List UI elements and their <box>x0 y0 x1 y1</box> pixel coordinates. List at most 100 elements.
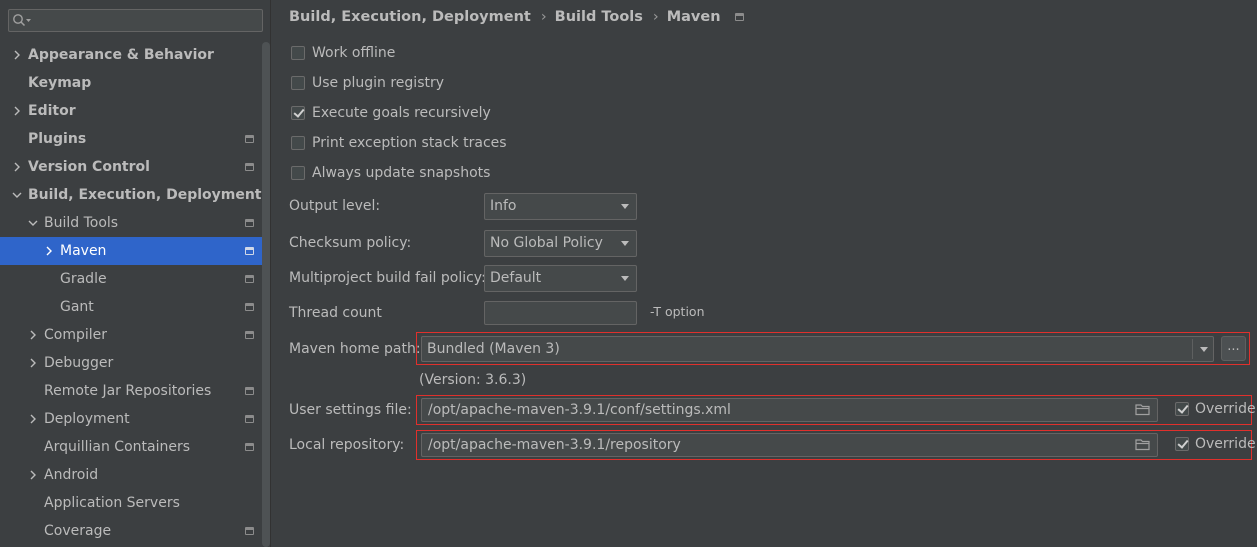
chevron-right-icon[interactable] <box>28 414 38 424</box>
sidebar-item-build-execution-deployment[interactable]: Build, Execution, Deployment <box>0 181 262 209</box>
checksum-policy-label: Checksum policy: <box>289 235 412 251</box>
sidebar-item-compiler[interactable]: Compiler <box>0 321 262 349</box>
chevron-down-icon[interactable] <box>28 218 38 228</box>
print-exception-stack-traces-checkbox[interactable] <box>291 136 305 150</box>
sidebar-item-application-servers[interactable]: Application Servers <box>0 489 262 517</box>
dropdown-arrow-icon <box>621 276 629 281</box>
multiproject-fail-policy-select[interactable]: Default <box>484 265 637 292</box>
sidebar-item-gradle[interactable]: Gradle <box>0 265 262 293</box>
thread-count-input[interactable] <box>484 301 637 325</box>
sidebar-item-appearance-behavior[interactable]: Appearance & Behavior <box>0 41 262 69</box>
sidebar-item-label: Application Servers <box>44 495 180 511</box>
print-exception-stack-traces-label[interactable]: Print exception stack traces <box>312 132 507 154</box>
breadcrumb-item[interactable]: Build, Execution, Deployment <box>289 7 531 27</box>
sidebar-item-remote-jar-repositories[interactable]: Remote Jar Repositories <box>0 377 262 405</box>
chevron-right-icon[interactable] <box>44 246 54 256</box>
maven-version-text: (Version: 3.6.3) <box>419 372 527 388</box>
sidebar-item-arquillian-containers[interactable]: Arquillian Containers <box>0 433 262 461</box>
local-repository-override-label[interactable]: Override <box>1195 433 1256 455</box>
chevron-right-icon[interactable] <box>28 470 38 480</box>
tree-scrollbar[interactable] <box>262 42 270 547</box>
user-settings-override-checkbox[interactable] <box>1175 402 1189 416</box>
checksum-policy-select[interactable]: No Global Policy <box>484 230 637 257</box>
execute-goals-recursively-checkbox[interactable] <box>291 106 305 120</box>
sidebar-item-label: Arquillian Containers <box>44 439 191 455</box>
sidebar-item-build-tools[interactable]: Build Tools <box>0 209 262 237</box>
project-level-icon <box>245 135 254 143</box>
use-plugin-registry-label[interactable]: Use plugin registry <box>312 72 444 94</box>
chevron-right-icon[interactable] <box>12 50 22 60</box>
user-settings-override-label[interactable]: Override <box>1195 398 1256 420</box>
chevron-right-icon[interactable] <box>28 358 38 368</box>
search-icon <box>13 14 31 27</box>
use-plugin-registry-checkbox[interactable] <box>291 76 305 90</box>
chevron-down-icon[interactable] <box>12 190 22 200</box>
breadcrumb-item[interactable]: Build Tools <box>555 7 643 27</box>
sidebar-item-label: Coverage <box>44 523 112 539</box>
breadcrumb-separator: › <box>540 9 547 25</box>
project-level-icon <box>245 247 254 255</box>
sidebar-item-deployment[interactable]: Deployment <box>0 405 262 433</box>
always-update-snapshots-label[interactable]: Always update snapshots <box>312 162 490 184</box>
execute-goals-recursively-label[interactable]: Execute goals recursively <box>312 102 491 124</box>
dropdown-arrow-icon <box>1200 347 1208 352</box>
user-settings-input[interactable]: /opt/apache-maven-3.9.1/conf/settings.xm… <box>421 398 1158 422</box>
project-level-icon <box>245 415 254 423</box>
project-level-icon <box>245 219 254 227</box>
project-level-icon <box>245 387 254 395</box>
combo-divider <box>1192 339 1193 359</box>
sidebar-item-label: Remote Jar Repositories <box>44 383 212 399</box>
output-level-value: Info <box>490 198 517 214</box>
sidebar-item-android[interactable]: Android <box>0 461 262 489</box>
breadcrumb: Build, Execution, Deployment › Build Tools… <box>289 7 744 27</box>
sidebar-item-label: Build Tools <box>44 215 119 231</box>
dropdown-arrow-icon <box>621 204 629 209</box>
sidebar-item-keymap[interactable]: Keymap <box>0 69 262 97</box>
sidebar-item-plugins[interactable]: Plugins <box>0 125 262 153</box>
sidebar-item-coverage[interactable]: Coverage <box>0 517 262 545</box>
breadcrumb-item: Maven <box>666 9 721 25</box>
settings-sidebar: Appearance & Behavior Keymap Editor Plug… <box>0 0 271 547</box>
user-settings-label: User settings file: <box>289 402 412 418</box>
work-offline-label[interactable]: Work offline <box>312 42 395 64</box>
always-update-snapshots-checkbox[interactable] <box>291 166 305 180</box>
project-level-icon <box>245 163 254 171</box>
folder-icon[interactable] <box>1135 403 1151 416</box>
output-level-label: Output level: <box>289 198 381 214</box>
sidebar-item-version-control[interactable]: Version Control <box>0 153 262 181</box>
output-level-select[interactable]: Info <box>484 193 637 220</box>
sidebar-item-label: Deployment <box>44 411 130 427</box>
local-repository-value: /opt/apache-maven-3.9.1/repository <box>428 437 681 453</box>
chevron-right-icon[interactable] <box>12 106 22 116</box>
breadcrumb-separator: › <box>652 9 659 25</box>
local-repository-override-checkbox[interactable] <box>1175 437 1189 451</box>
maven-home-value: Bundled (Maven 3) <box>427 341 560 357</box>
sidebar-item-debugger[interactable]: Debugger <box>0 349 262 377</box>
work-offline-checkbox[interactable] <box>291 46 305 60</box>
local-repository-input[interactable]: /opt/apache-maven-3.9.1/repository <box>421 433 1158 457</box>
checksum-policy-value: No Global Policy <box>490 235 603 251</box>
sidebar-item-label: Editor <box>28 103 76 119</box>
project-level-icon <box>245 275 254 283</box>
sidebar-item-maven[interactable]: Maven <box>0 237 262 265</box>
settings-search-input[interactable] <box>8 9 263 32</box>
maven-settings-panel: Build, Execution, Deployment › Build Tools… <box>272 0 1257 547</box>
folder-icon[interactable] <box>1135 438 1151 451</box>
sidebar-item-label: Compiler <box>44 327 108 343</box>
sidebar-item-label: Plugins <box>28 131 87 147</box>
sidebar-item-label: Debugger <box>44 355 114 371</box>
chevron-right-icon[interactable] <box>28 330 38 340</box>
project-level-icon <box>245 527 254 535</box>
sidebar-item-editor[interactable]: Editor <box>0 97 262 125</box>
maven-home-select[interactable]: Bundled (Maven 3) <box>421 336 1214 362</box>
sidebar-item-label: Android <box>44 467 99 483</box>
maven-home-label: Maven home path: <box>289 341 421 357</box>
project-level-icon <box>245 303 254 311</box>
chevron-right-icon[interactable] <box>12 162 22 172</box>
sidebar-item-label: Maven <box>60 243 107 259</box>
sidebar-item-label: Gant <box>60 299 94 315</box>
local-repository-label: Local repository: <box>289 437 405 453</box>
sidebar-item-gant[interactable]: Gant <box>0 293 262 321</box>
maven-home-browse-button[interactable]: ... <box>1221 336 1246 361</box>
thread-count-label: Thread count <box>289 305 382 321</box>
